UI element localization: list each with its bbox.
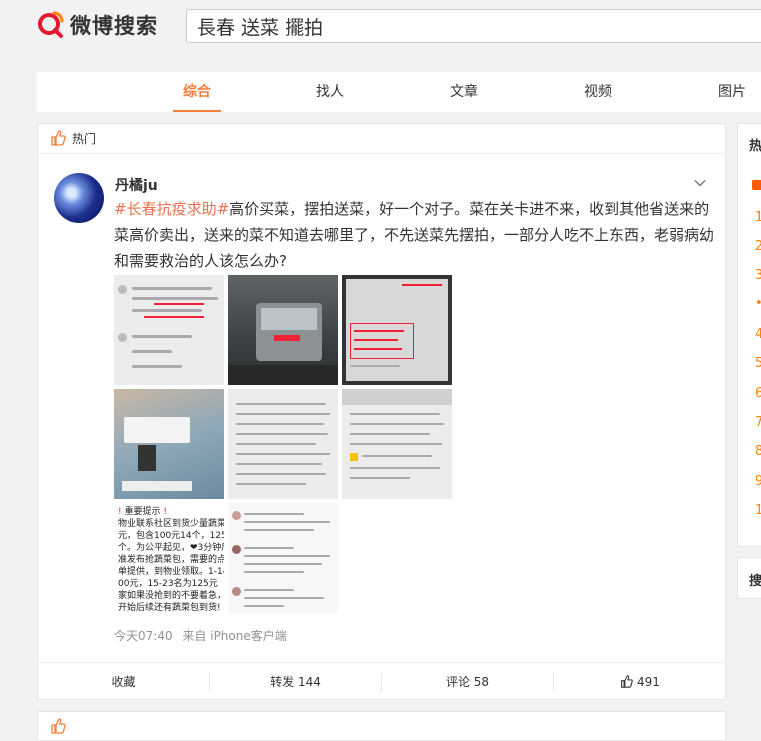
rank-number[interactable]: • xyxy=(755,296,761,311)
notice-line: 个。为公平起见，❤3分钟后删 xyxy=(118,543,224,553)
sidebar-title: 热 xyxy=(749,139,761,154)
post-image-1[interactable] xyxy=(114,275,224,385)
post-image-5[interactable] xyxy=(228,389,338,499)
post-image-2[interactable] xyxy=(228,275,338,385)
next-post-card xyxy=(37,711,726,741)
notice-line: 物业联系社区到货少量蔬菜包 xyxy=(118,519,224,529)
logo-text: 微博搜索 xyxy=(70,14,158,38)
hashtag-link[interactable]: #长春抗疫求助# xyxy=(114,200,229,218)
tab-images[interactable]: 图片 xyxy=(707,72,757,112)
tab-comprehensive[interactable]: 综合 xyxy=(172,72,222,112)
like-icon xyxy=(621,675,633,688)
sidebar-section-2: 搜 xyxy=(737,557,761,599)
search-tabs: 综合 找人 文章 视频 图片 xyxy=(37,72,761,112)
post-image-6[interactable] xyxy=(342,389,452,499)
post-text: #长春抗疫求助#高价买菜，摆拍送菜，好一个对子。菜在关卡进不来，收到其他省送来的… xyxy=(114,196,714,274)
hot-label: 热门 xyxy=(72,132,97,146)
post-source: 来自 iPhone客户端 xyxy=(182,629,287,643)
notice-line: 元，包含100元14个，125元 xyxy=(118,531,224,541)
avatar[interactable] xyxy=(54,173,104,223)
rank-number[interactable]: 9 xyxy=(755,474,761,489)
rank-number[interactable]: 6 xyxy=(755,386,761,401)
tab-articles[interactable]: 文章 xyxy=(439,72,489,112)
post-actions: 收藏 转发 144 评论 58 491 xyxy=(38,662,725,701)
post-card: 热门 丹橘ju #长春抗疫求助#高价买菜，摆拍送菜，好一个对子。菜在关卡进不来，… xyxy=(37,123,726,700)
notice-line: 准发布抢蔬菜包，需要的点赞 xyxy=(118,555,224,565)
hot-search-sidebar: 热 1 2 3 • 4 5 6 7 8 9 1 xyxy=(737,123,761,547)
sidebar-section-2-title: 搜 xyxy=(749,574,761,589)
notice-line: 00元，15-23名为125元 xyxy=(118,579,218,589)
hot-section-header: 热门 xyxy=(38,124,725,154)
rank-number[interactable]: 8 xyxy=(755,444,761,459)
notice-title: 重要提示 xyxy=(124,507,161,517)
thumbs-up-icon xyxy=(51,718,66,734)
rank-number[interactable]: 1 xyxy=(755,503,761,518)
repost-button[interactable]: 转发 144 xyxy=(210,663,381,701)
post-meta: 今天07:40 来自 iPhone客户端 xyxy=(114,627,293,644)
favorite-button[interactable]: 收藏 xyxy=(38,663,209,701)
like-count: 491 xyxy=(636,675,660,689)
thumbs-up-icon xyxy=(51,130,66,146)
rank-number[interactable]: 4 xyxy=(755,327,761,342)
chevron-down-icon[interactable] xyxy=(693,176,707,190)
notice-line: 家如果没抢到的不要着急，明 xyxy=(118,591,224,601)
username[interactable]: 丹橘ju xyxy=(115,175,158,195)
notice-line: 单提供，到物业领取。1-14名为 xyxy=(118,567,224,577)
post-image-4[interactable] xyxy=(114,389,224,499)
logo-search-icon xyxy=(38,11,64,38)
search-box[interactable] xyxy=(186,9,761,43)
post-image-3[interactable] xyxy=(342,275,452,385)
like-button[interactable]: 491 xyxy=(554,663,726,701)
rank-number[interactable]: 2 xyxy=(755,239,761,254)
rank-number[interactable]: 7 xyxy=(755,415,761,430)
search-input[interactable] xyxy=(187,10,761,42)
tab-people[interactable]: 找人 xyxy=(305,72,355,112)
post-image-7-notice[interactable]: ! 重要提示 ! 物业联系社区到货少量蔬菜包 元，包含100元14个，125元 … xyxy=(114,503,224,613)
rank-number[interactable]: 3 xyxy=(755,268,761,283)
rank-number[interactable]: 5 xyxy=(755,356,761,371)
weibo-search-logo[interactable]: 微博搜索 xyxy=(36,10,158,40)
pin-icon xyxy=(752,180,761,190)
top-bar: 微博搜索 xyxy=(0,0,761,55)
post-time[interactable]: 今天07:40 xyxy=(114,629,173,643)
image-grid: ! 重要提示 ! 物业联系社区到货少量蔬菜包 元，包含100元14个，125元 … xyxy=(114,275,454,615)
notice-line: 开始后续还有蔬菜包到货! xyxy=(118,603,221,613)
post-image-8[interactable] xyxy=(228,503,338,613)
tab-videos[interactable]: 视频 xyxy=(573,72,623,112)
rank-number[interactable]: 1 xyxy=(755,210,761,225)
comment-button[interactable]: 评论 58 xyxy=(382,663,553,701)
